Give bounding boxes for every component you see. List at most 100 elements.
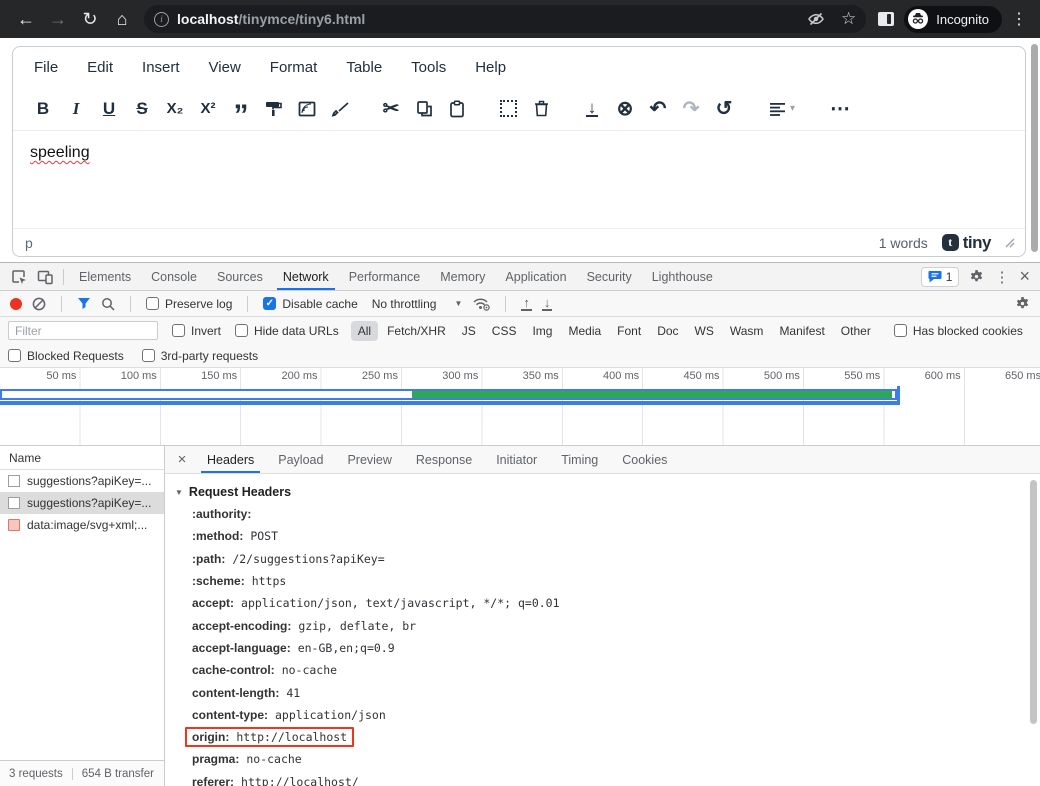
eye-off-icon[interactable] [807, 10, 825, 28]
insert-image-button[interactable] [295, 96, 319, 122]
checkbox-unchecked[interactable] [142, 349, 155, 362]
delete-button[interactable] [529, 96, 553, 122]
devtools-tab[interactable]: Console [141, 263, 207, 290]
more-button[interactable]: ⋯ [828, 96, 852, 122]
save-button[interactable]: ↓ [580, 96, 604, 122]
checkbox-unchecked[interactable] [146, 297, 159, 310]
devtools-close-icon[interactable]: × [1019, 266, 1030, 287]
devtools-tab[interactable]: Network [273, 263, 339, 290]
element-path[interactable]: p [25, 235, 33, 251]
resize-handle-icon[interactable] [1005, 238, 1015, 248]
name-column-header[interactable]: Name [0, 446, 164, 470]
filter-funnel-icon[interactable] [77, 297, 91, 310]
hide-data-urls-checkbox[interactable]: Hide data URLs [235, 324, 339, 338]
subscript-button[interactable]: X₂ [163, 96, 187, 122]
detail-tab[interactable]: Preview [335, 446, 403, 473]
redo-button[interactable]: ↷ [679, 96, 703, 122]
devtools-tab[interactable]: Elements [69, 263, 141, 290]
request-headers-section[interactable]: ▼ Request Headers [165, 481, 1040, 503]
reload-icon[interactable]: ↻ [74, 9, 106, 30]
close-detail-icon[interactable]: × [169, 446, 195, 473]
resource-type-filter[interactable]: All [351, 321, 378, 341]
bold-button[interactable]: B [31, 96, 55, 122]
detail-tab[interactable]: Payload [266, 446, 335, 473]
request-row[interactable]: suggestions?apiKey=... [0, 470, 164, 492]
devtools-menu-icon[interactable]: ⋮ [994, 268, 1009, 286]
blocked-requests-checkbox[interactable]: Blocked Requests [8, 349, 124, 363]
menubar-item[interactable]: Insert [142, 59, 180, 76]
network-conditions-icon[interactable] [472, 296, 490, 311]
detail-tab[interactable]: Timing [549, 446, 610, 473]
back-icon[interactable]: ← [10, 9, 42, 30]
paste-button[interactable] [445, 96, 469, 122]
cancel-button[interactable]: ⊗ [613, 96, 637, 122]
menubar-item[interactable]: Help [475, 59, 506, 76]
home-icon[interactable]: ⌂ [106, 9, 138, 30]
disable-cache-checkbox[interactable]: ✓ Disable cache [263, 297, 357, 311]
invert-checkbox[interactable]: Invert [172, 324, 221, 338]
menubar-item[interactable]: File [34, 59, 58, 76]
inspect-element-icon[interactable] [6, 263, 32, 290]
request-row[interactable]: suggestions?apiKey=... [0, 492, 164, 514]
detail-tab[interactable]: Headers [195, 446, 266, 473]
browser-menu-icon[interactable]: ⋮ [1008, 9, 1030, 29]
resource-type-filter[interactable]: Img [525, 321, 559, 341]
checkbox-unchecked[interactable] [235, 324, 248, 337]
network-settings-gear-icon[interactable] [1015, 296, 1030, 311]
select-all-button[interactable] [496, 96, 520, 122]
resource-type-filter[interactable]: Manifest [772, 321, 831, 341]
issues-badge[interactable]: 1 [921, 267, 960, 287]
bookmark-star-icon[interactable]: ☆ [841, 9, 856, 29]
menubar-item[interactable]: Tools [411, 59, 446, 76]
resource-type-filter[interactable]: JS [455, 321, 483, 341]
checkbox-checked[interactable]: ✓ [263, 297, 276, 310]
detail-scrollbar[interactable] [1030, 480, 1037, 724]
device-toolbar-icon[interactable] [32, 263, 58, 290]
search-icon[interactable] [101, 297, 115, 311]
import-har-icon[interactable]: ↑ [521, 297, 532, 311]
resource-type-filter[interactable]: Wasm [723, 321, 771, 341]
word-count[interactable]: 1 words [879, 235, 928, 251]
preserve-log-checkbox[interactable]: Preserve log [146, 297, 232, 311]
resource-type-filter[interactable]: Doc [650, 321, 685, 341]
request-row[interactable]: data:image/svg+xml;... [0, 514, 164, 536]
throttling-dropdown[interactable]: No throttling ▼ [372, 297, 463, 311]
menubar-item[interactable]: View [209, 59, 241, 76]
network-overview-timeline[interactable]: 50 ms100 ms150 ms200 ms250 ms300 ms350 m… [0, 368, 1040, 446]
tiny-branding[interactable]: t tiny [942, 233, 991, 253]
resource-type-filter[interactable]: WS [688, 321, 721, 341]
page-scrollbar[interactable] [1031, 44, 1038, 252]
superscript-button[interactable]: X² [196, 96, 220, 122]
checkbox-unchecked[interactable] [894, 324, 907, 337]
devtools-tab[interactable]: Lighthouse [642, 263, 723, 290]
checkbox-unchecked[interactable] [172, 324, 185, 337]
format-painter-button[interactable] [262, 96, 286, 122]
settings-gear-icon[interactable] [969, 269, 984, 284]
filter-input[interactable] [8, 321, 158, 340]
restore-draft-button[interactable]: ↺ [712, 96, 736, 122]
devtools-tab[interactable]: Sources [207, 263, 273, 290]
third-party-requests-checkbox[interactable]: 3rd-party requests [142, 349, 258, 363]
disclosure-triangle-icon[interactable]: ▼ [175, 488, 183, 497]
detail-tab[interactable]: Cookies [610, 446, 679, 473]
permanent-pen-button[interactable] [328, 96, 352, 122]
undo-button[interactable]: ↶ [646, 96, 670, 122]
resource-type-filter[interactable]: Other [834, 321, 878, 341]
resource-type-filter[interactable]: Media [561, 321, 608, 341]
menubar-item[interactable]: Edit [87, 59, 113, 76]
misspelled-word[interactable]: speeling [30, 144, 90, 161]
address-bar[interactable]: i localhost/tinymce/tiny6.html ☆ [144, 5, 866, 33]
menubar-item[interactable]: Table [346, 59, 382, 76]
clear-icon[interactable] [32, 297, 46, 311]
devtools-tab[interactable]: Performance [339, 263, 431, 290]
detail-tab[interactable]: Response [404, 446, 484, 473]
resource-type-filter[interactable]: CSS [485, 321, 524, 341]
editor-content[interactable]: speeling [13, 131, 1025, 228]
page-info-icon[interactable]: i [154, 12, 169, 27]
italic-button[interactable]: I [64, 96, 88, 122]
record-icon[interactable] [10, 298, 22, 310]
side-panel-icon[interactable] [878, 12, 894, 26]
underline-button[interactable]: U [97, 96, 121, 122]
cut-button[interactable]: ✂ [379, 96, 403, 122]
devtools-tab[interactable]: Application [495, 263, 576, 290]
